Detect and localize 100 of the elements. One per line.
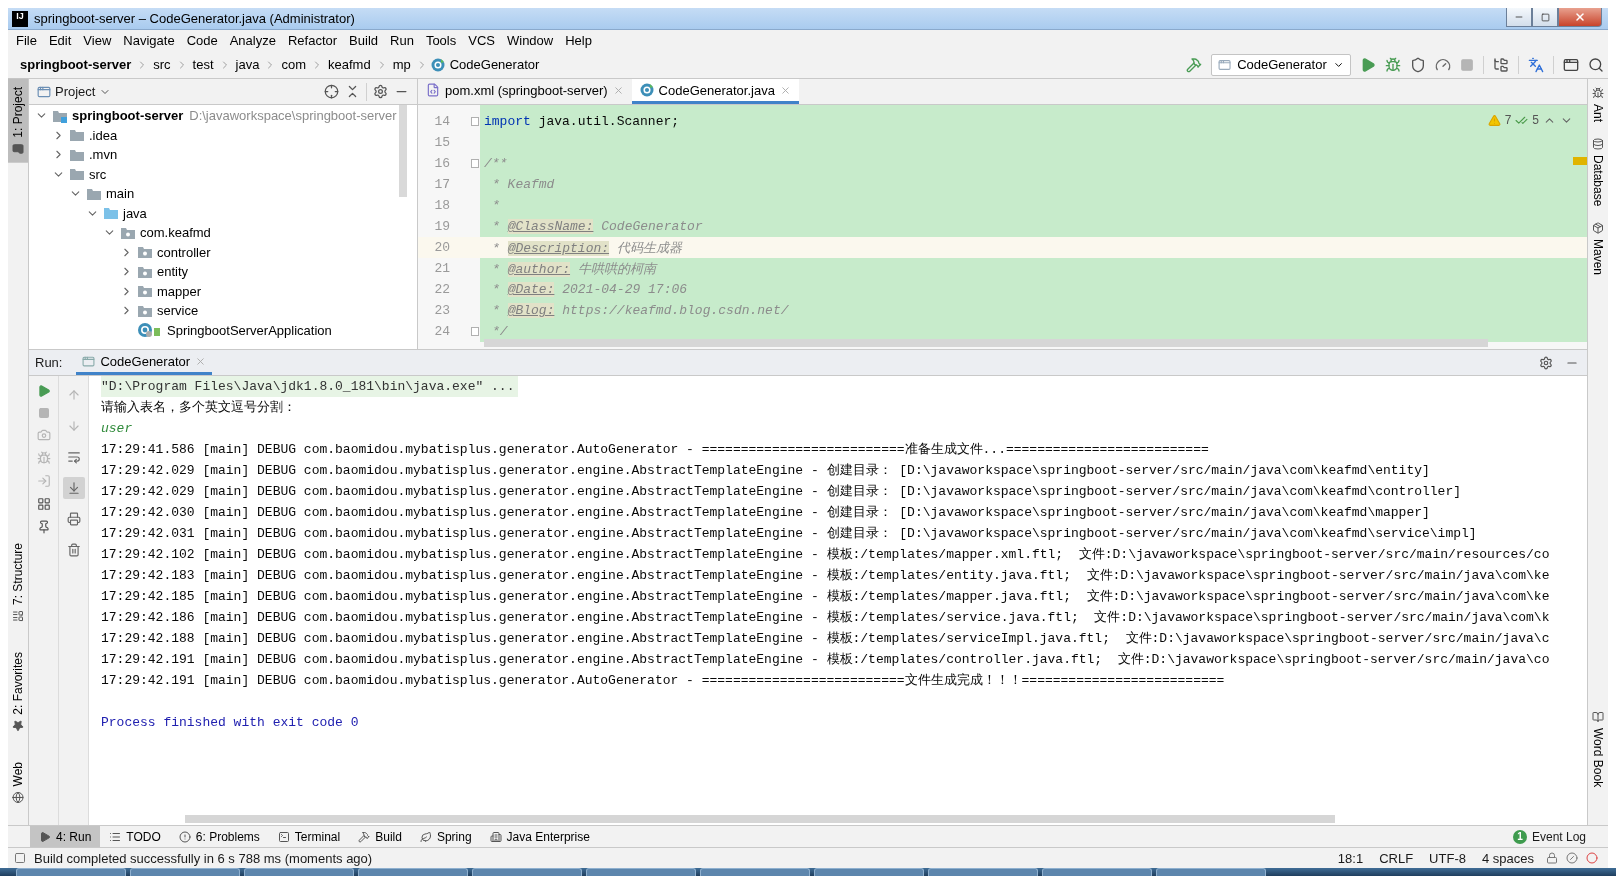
tool-window-tab[interactable]: 2: Favorites: [8, 643, 28, 740]
taskbar-button[interactable]: [700, 868, 810, 876]
taskbar-button[interactable]: [130, 868, 240, 876]
translate-icon[interactable]: [1528, 56, 1544, 73]
close-button[interactable]: [1558, 8, 1602, 27]
folder-tree-icon[interactable]: [1493, 56, 1509, 73]
taskbar-button[interactable]: [244, 868, 354, 876]
status-item[interactable]: 4 spaces: [1477, 850, 1538, 866]
debug-icon[interactable]: [1385, 56, 1401, 73]
breadcrumb-item[interactable]: springboot-server: [18, 57, 134, 72]
menu-item[interactable]: Tools: [419, 33, 463, 48]
tree-item[interactable]: com.keafmd: [140, 225, 211, 241]
editor-tab[interactable]: CodeGenerator.java: [631, 79, 799, 104]
tree-item[interactable]: .mvn: [89, 147, 118, 163]
soft-wrap-icon[interactable]: [66, 450, 81, 464]
menu-item[interactable]: View: [77, 33, 118, 48]
tool-window-button[interactable]: TODO: [100, 826, 170, 847]
taskbar-button[interactable]: [472, 868, 582, 876]
breadcrumb-item[interactable]: src: [151, 57, 173, 72]
horizontal-scrollbar[interactable]: [484, 339, 1488, 347]
tool-window-tab[interactable]: 1: Project: [8, 79, 28, 163]
tree-item[interactable]: java: [123, 205, 147, 221]
tree-item[interactable]: entity: [157, 264, 189, 280]
menu-item[interactable]: Build: [343, 33, 384, 48]
taskbar-button[interactable]: [814, 868, 924, 876]
tool-window-button[interactable]: Build: [349, 826, 411, 847]
menu-item[interactable]: VCS: [462, 33, 501, 48]
menu-item[interactable]: Code: [180, 33, 224, 48]
breadcrumb-item[interactable]: test: [190, 57, 216, 72]
printer-icon[interactable]: [66, 512, 81, 526]
tree-item[interactable]: springboot-server: [72, 108, 184, 124]
tool-window-tab[interactable]: Database: [1588, 130, 1608, 215]
menu-item[interactable]: Refactor: [281, 33, 344, 48]
pin-icon[interactable]: [36, 520, 51, 534]
taskbar-button[interactable]: [16, 868, 126, 876]
fold-marker[interactable]: [471, 117, 479, 126]
run-icon[interactable]: [1360, 56, 1376, 73]
gauge-icon[interactable]: [1435, 56, 1451, 73]
close-icon[interactable]: [195, 355, 207, 367]
shield-icon[interactable]: [1410, 56, 1426, 73]
tool-window-tab[interactable]: Word Book: [1588, 702, 1608, 795]
menu-item[interactable]: Help: [559, 33, 598, 48]
tree-item[interactable]: SpringbootServerApplication: [167, 322, 332, 338]
settings-icon[interactable]: [373, 84, 388, 99]
status-item[interactable]: 18:1: [1333, 850, 1368, 866]
warning-icon[interactable]: [1487, 113, 1501, 127]
fold-marker[interactable]: [471, 159, 479, 168]
tree-item[interactable]: service: [157, 303, 199, 319]
fold-marker[interactable]: [471, 327, 479, 336]
hammer-icon[interactable]: [1186, 56, 1202, 73]
layout-icon[interactable]: [36, 497, 51, 511]
close-icon[interactable]: [612, 84, 624, 96]
maximize-button[interactable]: [1532, 8, 1558, 27]
settings-icon[interactable]: [1539, 355, 1553, 370]
close-icon[interactable]: [779, 84, 791, 96]
tool-window-button[interactable]: Java Enterprise: [480, 826, 599, 847]
panel-title[interactable]: Project: [55, 84, 96, 99]
tree-item[interactable]: controller: [157, 244, 211, 260]
event-log-link[interactable]: Event Log: [1531, 829, 1586, 844]
breadcrumb-item[interactable]: CodeGenerator: [447, 57, 542, 72]
search-icon[interactable]: [1588, 56, 1604, 73]
status-item[interactable]: CRLF: [1375, 850, 1418, 866]
tool-window-tab[interactable]: Maven: [1588, 214, 1608, 284]
menu-item[interactable]: Window: [500, 33, 560, 48]
menu-item[interactable]: File: [10, 33, 43, 48]
tree-item[interactable]: main: [106, 186, 135, 202]
taskbar-button[interactable]: [1156, 868, 1266, 876]
breadcrumb-item[interactable]: mp: [390, 57, 413, 72]
taskbar-button[interactable]: [1042, 868, 1152, 876]
tool-window-tab[interactable]: Ant: [1588, 79, 1608, 130]
taskbar-button[interactable]: [928, 868, 1038, 876]
tool-window-button[interactable]: Spring: [410, 826, 481, 847]
run-configuration-dropdown[interactable]: CodeGenerator: [1211, 53, 1351, 76]
tree-item[interactable]: mapper: [157, 283, 202, 299]
menu-item[interactable]: Navigate: [117, 33, 181, 48]
horizontal-scrollbar[interactable]: [185, 815, 1335, 823]
locate-icon[interactable]: [324, 84, 339, 99]
tool-window-tab[interactable]: Web: [8, 753, 28, 811]
tree-item[interactable]: src: [89, 166, 107, 182]
status-item[interactable]: UTF-8: [1425, 850, 1470, 866]
editor-tab[interactable]: pom.xml (springboot-server): [418, 79, 632, 104]
tool-window-button[interactable]: 6: Problems: [169, 826, 269, 847]
taskbar-button[interactable]: [586, 868, 696, 876]
menu-item[interactable]: Run: [384, 33, 420, 48]
breadcrumb-item[interactable]: java: [233, 57, 262, 72]
tool-window-button[interactable]: 4: Run: [30, 826, 101, 847]
window-icon[interactable]: [1563, 56, 1579, 73]
taskbar-button[interactable]: [358, 868, 468, 876]
rerun-icon[interactable]: [36, 384, 51, 398]
tool-window-button[interactable]: Terminal: [268, 826, 350, 847]
menu-item[interactable]: Edit: [42, 33, 78, 48]
vertical-scrollbar[interactable]: [399, 105, 407, 197]
menu-item[interactable]: Analyze: [223, 33, 282, 48]
trash-icon[interactable]: [66, 543, 81, 557]
tree-item[interactable]: .idea: [89, 127, 118, 143]
minimize-button[interactable]: [1506, 8, 1532, 27]
lock-icon[interactable]: [1546, 852, 1558, 864]
breadcrumb-item[interactable]: keafmd: [326, 57, 373, 72]
breadcrumb-item[interactable]: com: [279, 57, 308, 72]
tool-window-tab[interactable]: 7: Structure: [8, 534, 28, 630]
